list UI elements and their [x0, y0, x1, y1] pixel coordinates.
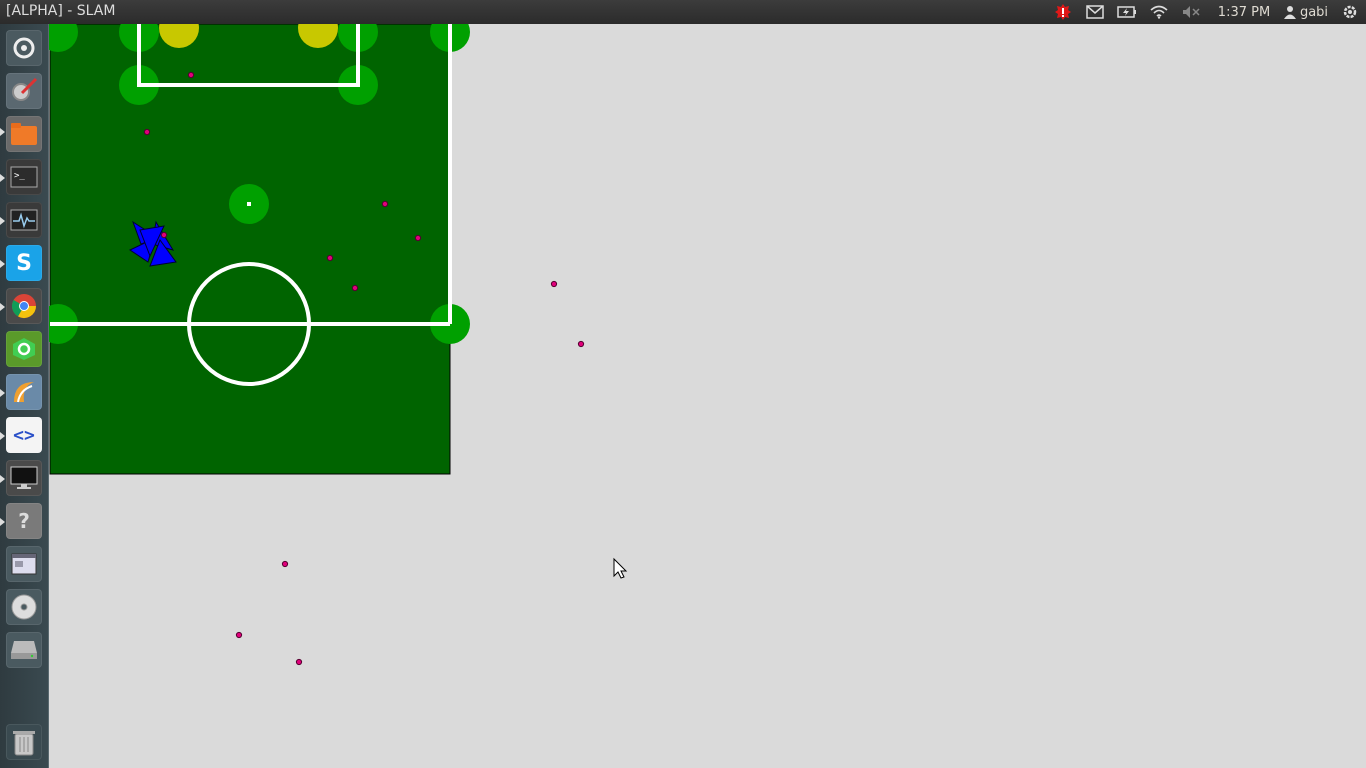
clock[interactable]: 1:37 PM — [1212, 0, 1276, 24]
update-alert-icon[interactable] — [1052, 0, 1074, 24]
particle — [143, 128, 151, 136]
code-editor-icon[interactable]: <> — [6, 417, 42, 453]
penalty-mark — [247, 202, 251, 206]
qt-creator-icon[interactable] — [6, 331, 42, 367]
mail-icon[interactable] — [1084, 0, 1106, 24]
particle — [235, 631, 243, 639]
system-monitor-icon[interactable] — [6, 202, 42, 238]
optical-disc-icon[interactable] — [6, 589, 42, 625]
files-icon[interactable] — [6, 116, 42, 152]
soccer-field — [49, 24, 451, 475]
unknown-app-icon[interactable]: ? — [6, 503, 42, 539]
svg-text:>_: >_ — [14, 171, 25, 181]
particle — [295, 658, 303, 666]
particle — [281, 560, 289, 568]
window-app-icon[interactable] — [6, 546, 42, 582]
particle — [550, 280, 558, 288]
top-panel: [ALPHA] - SLAM 1:37 PM gabi — [0, 0, 1366, 24]
clock-label: 1:37 PM — [1217, 4, 1271, 20]
user-name: gabi — [1299, 4, 1329, 20]
display-icon[interactable] — [6, 460, 42, 496]
session-gear-icon[interactable] — [1338, 0, 1362, 24]
wireshark-icon[interactable] — [6, 374, 42, 410]
particle — [351, 284, 359, 292]
particle — [326, 254, 334, 262]
volume-muted-icon[interactable] — [1180, 0, 1202, 24]
launcher: >_ S <> ? — [0, 24, 49, 768]
slam-canvas[interactable] — [49, 24, 1366, 768]
particle — [381, 200, 389, 208]
wifi-icon[interactable] — [1148, 0, 1170, 24]
skype-icon[interactable]: S — [6, 245, 42, 281]
drive-icon[interactable] — [6, 632, 42, 668]
particle — [160, 231, 168, 239]
particle — [577, 340, 585, 348]
particle — [187, 71, 195, 79]
dash-home-icon[interactable] — [6, 30, 42, 66]
user-icon — [1283, 5, 1296, 19]
user-menu[interactable]: gabi — [1280, 0, 1332, 24]
chrome-icon[interactable] — [6, 288, 42, 324]
particle — [414, 234, 422, 242]
window-title: [ALPHA] - SLAM — [6, 3, 116, 19]
terminal-icon[interactable]: >_ — [6, 159, 42, 195]
trash-icon[interactable] — [6, 724, 42, 760]
battery-icon[interactable] — [1116, 0, 1138, 24]
system-settings-icon[interactable] — [6, 73, 42, 109]
